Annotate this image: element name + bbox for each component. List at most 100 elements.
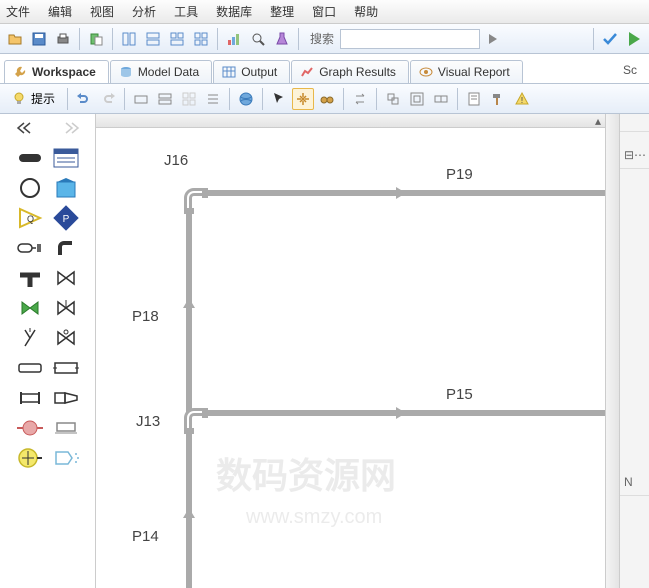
palette-orifice-icon[interactable]	[15, 356, 45, 380]
palette-elbow-icon[interactable]	[51, 236, 81, 260]
layout1-icon[interactable]	[118, 28, 140, 50]
right-side-panel: ⊟⋯ N	[619, 114, 649, 588]
pipe-label-p19: P19	[446, 166, 473, 183]
toolbar-separator	[262, 88, 263, 110]
tab-visual-report[interactable]: Visual Report	[410, 60, 523, 83]
palette-pump-icon[interactable]	[15, 416, 45, 440]
run-icon[interactable]	[623, 28, 645, 50]
tab-label: Graph Results	[319, 65, 396, 79]
component-palette: Q P	[0, 114, 96, 588]
workspace-toolbar: 提示 !	[0, 84, 649, 114]
palette-prev-icon[interactable]	[9, 116, 39, 140]
layout4-icon[interactable]	[190, 28, 212, 50]
pipe-label-p18: P18	[132, 308, 159, 325]
layer1-icon[interactable]	[130, 88, 152, 110]
layout3-icon[interactable]	[166, 28, 188, 50]
menu-window[interactable]: 窗口	[312, 3, 336, 20]
canvas-wrap: ▴ 数码资源网 www.smzy.com J16 P19	[96, 114, 619, 588]
junction-j13[interactable]	[176, 402, 208, 434]
group1-icon[interactable]	[382, 88, 404, 110]
scroll-up-icon[interactable]: ▴	[591, 114, 605, 128]
redo-icon[interactable]	[97, 88, 119, 110]
exchange-icon[interactable]	[349, 88, 371, 110]
menu-database[interactable]: 数据库	[216, 3, 252, 20]
tab-label: Workspace	[32, 65, 96, 79]
palette-check-valve-icon[interactable]	[15, 296, 45, 320]
junction-label-j16: J16	[164, 152, 188, 169]
report-icon[interactable]	[463, 88, 485, 110]
palette-reservoir-icon[interactable]	[15, 176, 45, 200]
globe-icon[interactable]	[235, 88, 257, 110]
group3-icon[interactable]	[430, 88, 452, 110]
paste-icon[interactable]	[85, 28, 107, 50]
menu-analysis[interactable]: 分析	[132, 3, 156, 20]
palette-tank-icon[interactable]	[51, 176, 81, 200]
menu-view[interactable]: 视图	[90, 3, 114, 20]
palette-prv-icon[interactable]	[51, 326, 81, 350]
search-input[interactable]	[340, 29, 480, 49]
grid-icon[interactable]	[178, 88, 200, 110]
menu-edit[interactable]: 编辑	[48, 3, 72, 20]
search-go-icon[interactable]	[482, 28, 504, 50]
menu-tools[interactable]: 工具	[174, 3, 198, 20]
layer2-icon[interactable]	[154, 88, 176, 110]
select-icon[interactable]	[268, 88, 290, 110]
flask-icon[interactable]	[271, 28, 293, 50]
open-icon[interactable]	[4, 28, 26, 50]
palette-turbine-icon[interactable]	[15, 446, 45, 470]
tab-model-data[interactable]: Model Data	[110, 60, 212, 83]
menu-file[interactable]: 文件	[6, 3, 30, 20]
tab-output[interactable]: Output	[213, 60, 290, 83]
check-icon[interactable]	[599, 28, 621, 50]
palette-properties-icon[interactable]	[51, 146, 81, 170]
chart-icon[interactable]	[223, 28, 245, 50]
menu-arrange[interactable]: 整理	[270, 3, 294, 20]
palette-spray-icon[interactable]	[51, 446, 81, 470]
side-panel-scope-label: Sc	[615, 57, 645, 83]
undo-icon[interactable]	[73, 88, 95, 110]
tab-graph-results[interactable]: Graph Results	[291, 60, 409, 83]
junction-label-j13: J13	[136, 413, 160, 430]
warning-icon[interactable]: !	[511, 88, 533, 110]
toolbar-separator	[229, 88, 230, 110]
palette-flange-icon[interactable]	[15, 386, 45, 410]
palette-relief-valve-icon[interactable]	[15, 326, 45, 350]
hammer-icon[interactable]	[487, 88, 509, 110]
palette-compressor-icon[interactable]	[51, 416, 81, 440]
palette-reducer-icon[interactable]	[51, 386, 81, 410]
tab-workspace[interactable]: Workspace	[4, 60, 109, 83]
binoculars-icon[interactable]	[316, 88, 338, 110]
right-panel-section-n: N	[620, 469, 649, 496]
palette-tee-icon[interactable]	[15, 266, 45, 290]
junction-j16[interactable]	[176, 182, 208, 214]
graph-icon	[300, 65, 314, 79]
palette-next-icon[interactable]	[57, 116, 87, 140]
save-icon[interactable]	[28, 28, 50, 50]
pipe-arrow-icon	[396, 407, 406, 419]
menu-help[interactable]: 帮助	[354, 3, 378, 20]
toolbar-separator	[112, 28, 113, 50]
right-panel-tree-toggle[interactable]: ⊟⋯	[620, 142, 649, 169]
horizontal-scrollbar[interactable]: ▴	[96, 114, 605, 128]
palette-valve-icon[interactable]	[51, 266, 81, 290]
vertical-scrollbar[interactable]	[605, 114, 619, 588]
main-toolbar: 搜索	[0, 24, 649, 54]
palette-demand-icon[interactable]: Q	[15, 206, 45, 230]
palette-control-valve-icon[interactable]	[51, 296, 81, 320]
magnify-icon[interactable]	[247, 28, 269, 50]
group2-icon[interactable]	[406, 88, 428, 110]
palette-junction-icon[interactable]	[15, 236, 45, 260]
palette-pressure-icon[interactable]: P	[51, 206, 81, 230]
pan-icon[interactable]	[292, 88, 314, 110]
toolbar-separator	[457, 88, 458, 110]
workspace-canvas[interactable]: 数码资源网 www.smzy.com J16 P19 P18 J13	[96, 128, 605, 588]
list-icon[interactable]	[202, 88, 224, 110]
toolbar-separator	[217, 28, 218, 50]
palette-pipe-icon[interactable]	[15, 146, 45, 170]
eye-icon	[419, 65, 433, 79]
layout2-icon[interactable]	[142, 28, 164, 50]
print-icon[interactable]	[52, 28, 74, 50]
palette-exchanger-icon[interactable]	[51, 356, 81, 380]
pipe-p18[interactable]	[186, 212, 192, 412]
hint-button[interactable]: 提示	[4, 87, 62, 110]
